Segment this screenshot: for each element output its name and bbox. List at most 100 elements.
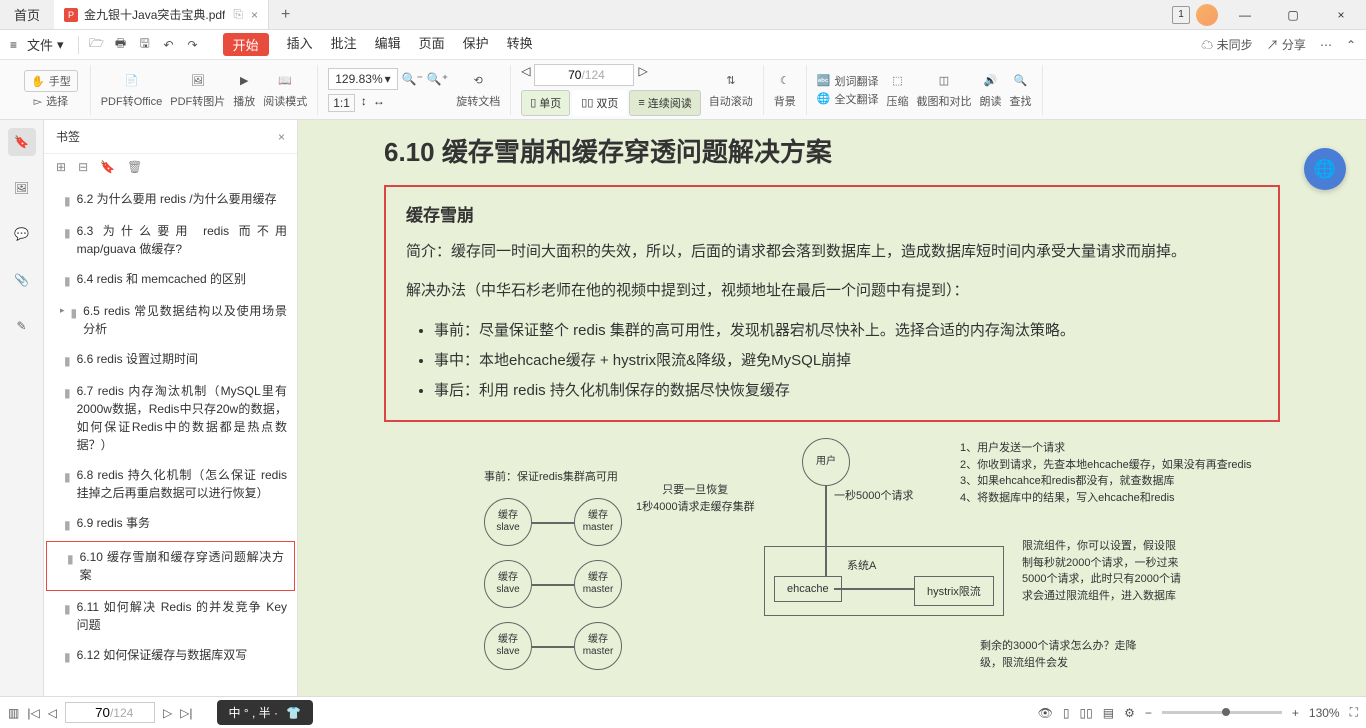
close-window-button[interactable]: × [1320,1,1362,29]
attachment-icon[interactable]: 📎 [8,266,36,294]
tab-active-doc[interactable]: P 金九银十Java突击宝典.pdf ⎘ × [54,0,269,29]
tab-home[interactable]: 首页 [0,0,54,29]
next-page-sb-icon[interactable]: ▷ [163,706,172,720]
hamburger-icon[interactable]: ≡ [10,38,17,52]
compress-button[interactable]: ⬚压缩 [887,71,909,109]
bookmark-item-label: 6.4 redis 和 memcached 的区别 [77,270,246,290]
badge-icon[interactable]: 1 [1172,6,1190,24]
zoom-slider[interactable] [1162,711,1282,714]
first-page-icon[interactable]: |◁ [27,706,39,720]
zoom-in-sb-icon[interactable]: + [1292,706,1299,720]
sidebar-toggle-icon[interactable]: ▥ [8,706,19,720]
bookmark-item[interactable]: ▮6.10 缓存雪崩和缓存穿透问题解决方案 [46,541,295,591]
menu-tab-insert[interactable]: 插入 [287,33,313,56]
read-aloud-button[interactable]: 🔊朗读 [980,71,1002,109]
bookmark-item[interactable]: ▮6.6 redis 设置过期时间 [44,344,297,376]
ime-indicator[interactable]: 中 ° , 半 ·👕 [217,700,313,725]
more-icon[interactable]: ⋯ [1320,38,1332,52]
collapse-ribbon-icon[interactable]: ⌃ [1346,38,1356,52]
single-page-button[interactable]: ▯ 单页 [521,90,570,116]
bookmark-item[interactable]: ▮6.8 redis 持久化机制（怎么保证 redis 挂掉之后再重启数据可以进… [44,460,297,508]
bookmark-item[interactable]: ▮6.5 redis 常见数据结构以及使用场景分析 [44,296,297,344]
background-button[interactable]: ☾背景 [774,71,796,109]
zoom-out-sb-icon[interactable]: − [1145,706,1152,720]
layout-2-icon[interactable]: ▯▯ [1080,706,1093,720]
circle-master-2: 缓存 master [574,560,622,608]
find-button[interactable]: 🔍查找 [1010,71,1032,109]
bookmark-item[interactable]: ▮6.2 为什么要用 redis /为什么要用缓存 [44,184,297,216]
print-icon[interactable]: 🖶 [111,35,131,55]
full-translate[interactable]: 🌐 全文翻译 [817,91,879,107]
close-panel-icon[interactable]: × [278,130,285,144]
page-input[interactable]: /124 [534,64,634,86]
new-tab-button[interactable]: + [269,6,302,24]
bookmark-icon[interactable]: 🔖 [8,128,36,156]
layout-3-icon[interactable]: ▤ [1103,706,1114,720]
bookmark-item[interactable]: ▮6.11 如何解决 Redis 的并发竞争 Key 问题 [44,592,297,640]
comment-icon[interactable]: 💬 [8,220,36,248]
bookmark-item[interactable]: ▮6.4 redis 和 memcached 的区别 [44,264,297,296]
collapse-all-icon[interactable]: ⊟ [78,160,88,174]
minimize-button[interactable]: — [1224,1,1266,29]
settings-icon[interactable]: ⚙ [1124,706,1135,720]
pdf-to-pic[interactable]: 🖼PDF转图片 [170,71,225,109]
zoom-out-icon[interactable]: 🔍⁻ [402,72,423,86]
zoom-in-icon[interactable]: 🔍⁺ [427,72,448,86]
menu-tab-protect[interactable]: 保护 [463,33,489,56]
undo-icon[interactable]: ↶ [159,35,179,55]
content-area[interactable]: 🌐 6.10 缓存雪崩和缓存穿透问题解决方案 缓存雪崩 简介：缓存同一时间大面积… [298,120,1366,696]
autoscroll-button[interactable]: ⇅自动滚动 [709,71,753,109]
read-mode[interactable]: 📖阅读模式 [263,71,307,109]
maximize-button[interactable]: ▢ [1272,1,1314,29]
rotate-button[interactable]: ⟲旋转文档 [456,71,500,109]
file-menu[interactable]: 文件▾ [21,33,70,56]
close-tab-icon[interactable]: × [251,8,258,22]
next-page-icon[interactable]: ▷ [638,64,647,86]
continuous-button[interactable]: ≡ 连续阅读 [629,90,700,116]
share-button[interactable]: ↗ 分享 [1267,36,1306,53]
open-icon[interactable]: 🗁 [87,35,107,55]
menu-tab-annotate[interactable]: 批注 [331,33,357,56]
float-translate-icon[interactable]: 🌐 [1304,148,1346,190]
bookmark-item-label: 6.6 redis 设置过期时间 [77,350,198,370]
select-tool[interactable]: ▻ 选择 [34,93,68,109]
pin-icon[interactable]: ⎘ [233,7,243,22]
bookmark-item[interactable]: ▮6.7 redis 内存淘汰机制（MySQL里有2000w数据，Redis中只… [44,376,297,460]
bookmark-item-label: 6.3 为什么要用 redis 而不用 map/guava 做缓存? [77,222,287,258]
hand-tool[interactable]: ✋ 手型 [24,70,78,92]
thumbnail-icon[interactable]: 🖼 [8,174,36,202]
add-bookmark-icon[interactable]: 🔖 [100,160,115,174]
fit-page-icon[interactable]: ↔ [373,94,385,112]
fit-height-icon[interactable]: ↕ [361,94,367,112]
menu-tab-start[interactable]: 开始 [223,33,269,56]
double-page-button[interactable]: ▯▯ 双页 [572,90,627,116]
prev-page-sb-icon[interactable]: ◁ [48,706,57,720]
layout-1-icon[interactable]: ▯ [1063,706,1070,720]
expand-all-icon[interactable]: ⊞ [56,160,66,174]
menu-tab-edit[interactable]: 编辑 [375,33,401,56]
cloud-unsync[interactable]: ☁ 未同步 [1201,36,1252,53]
zoom-input[interactable]: 129.83% ▾ [328,68,397,90]
bookmark-item[interactable]: ▮6.9 redis 事务 [44,508,297,540]
eye-mode-icon[interactable]: 👁 [1038,706,1053,720]
bookmark-item[interactable]: ▮6.12 如何保证缓存与数据库双写 [44,640,297,672]
menubar: ≡ 文件▾ 🗁 🖶 🖫 ↶ ↷ 开始 插入 批注 编辑 页面 保护 转换 ☁ 未… [0,30,1366,60]
dict-translate[interactable]: 🔤 划词翻译 [817,73,879,89]
prev-page-icon[interactable]: ◁ [521,64,530,86]
fit-width-icon[interactable]: 1:1 [328,94,355,112]
avatar[interactable] [1196,4,1218,26]
edit-sidebar-icon[interactable]: ✎ [8,312,36,340]
bookmark-list: ▮6.2 为什么要用 redis /为什么要用缓存▮6.3 为什么要用 redi… [44,180,297,696]
redo-icon[interactable]: ↷ [183,35,203,55]
menu-tab-convert[interactable]: 转换 [507,33,533,56]
last-page-icon[interactable]: ▷| [180,706,192,720]
menu-tab-page[interactable]: 页面 [419,33,445,56]
page-input-sb[interactable]: /124 [65,702,155,723]
play-button[interactable]: ▶播放 [233,71,255,109]
fullscreen-icon[interactable]: ⛶ [1350,705,1358,720]
save-icon[interactable]: 🖫 [135,35,155,55]
bookmark-item[interactable]: ▮6.3 为什么要用 redis 而不用 map/guava 做缓存? [44,216,297,264]
screenshot-button[interactable]: ◫截图和对比 [917,71,972,109]
pdf-to-office[interactable]: 📄PDF转Office [101,71,163,109]
del-bookmark-icon[interactable]: 🗑 [127,160,142,174]
